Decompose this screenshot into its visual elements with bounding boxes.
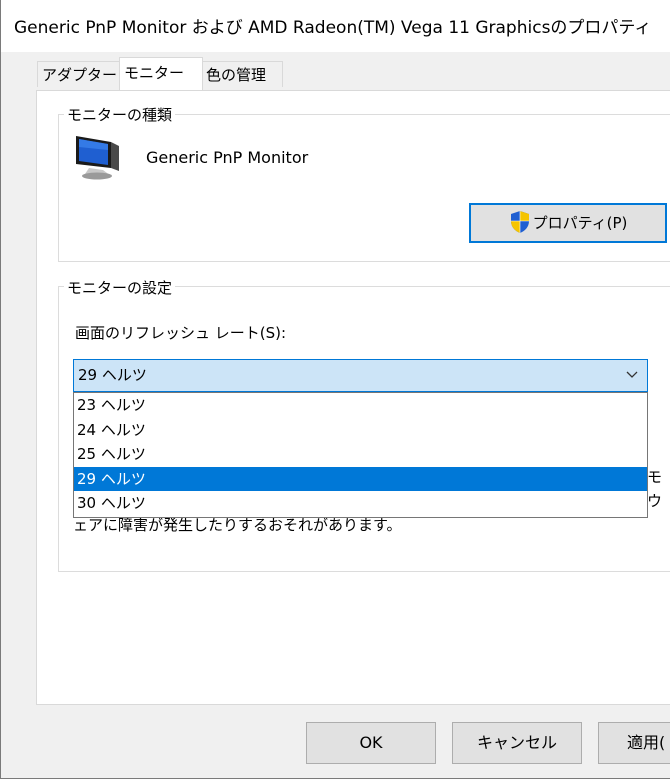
refresh-rate-option[interactable]: 24 ヘルツ [74,418,647,443]
title-bar: Generic PnP Monitor および AMD Radeon(TM) V… [1,0,670,52]
monitor-settings-group-label: モニターの設定 [64,277,176,298]
refresh-rate-selected-value: 29 ヘルツ [78,366,147,384]
refresh-rate-dropdown-list: 23 ヘルツ 24 ヘルツ 25 ヘルツ 29 ヘルツ 30 ヘルツ [73,392,648,518]
monitor-properties-button[interactable]: プロパティ(P) [469,203,667,243]
refresh-rate-label: 画面のリフレッシュ レート(S): [75,324,287,342]
monitor-properties-label: プロパティ(P) [532,214,628,232]
tab-strip: アダプター モニター 色の管理 [1,52,670,92]
refresh-rate-option[interactable]: 25 ヘルツ [74,442,647,467]
monitor-icon [76,136,119,180]
tab-monitor[interactable]: モニター [119,57,203,90]
warning-text-fragment: ウ [647,492,663,510]
tab-adapter[interactable]: アダプター [37,61,121,87]
properties-dialog: Generic PnP Monitor および AMD Radeon(TM) V… [0,0,670,779]
uac-shield-icon [510,210,529,233]
window-title: Generic PnP Monitor および AMD Radeon(TM) V… [14,18,652,38]
ok-button[interactable]: OK [306,722,436,764]
cancel-button[interactable]: キャンセル [452,722,582,764]
tab-color-management[interactable]: 色の管理 [201,61,283,87]
refresh-rate-option[interactable]: 23 ヘルツ [74,393,647,418]
warning-text-fragment: モ [647,468,663,486]
refresh-rate-select[interactable]: 29 ヘルツ [73,359,648,392]
refresh-rate-option[interactable]: 30 ヘルツ [74,491,647,516]
monitor-type-group-label: モニターの種類 [64,104,176,125]
apply-button[interactable]: 適用( [598,722,670,764]
chevron-down-icon [626,371,638,378]
monitor-name: Generic PnP Monitor [146,148,309,167]
refresh-rate-option-selected[interactable]: 29 ヘルツ [74,466,647,492]
